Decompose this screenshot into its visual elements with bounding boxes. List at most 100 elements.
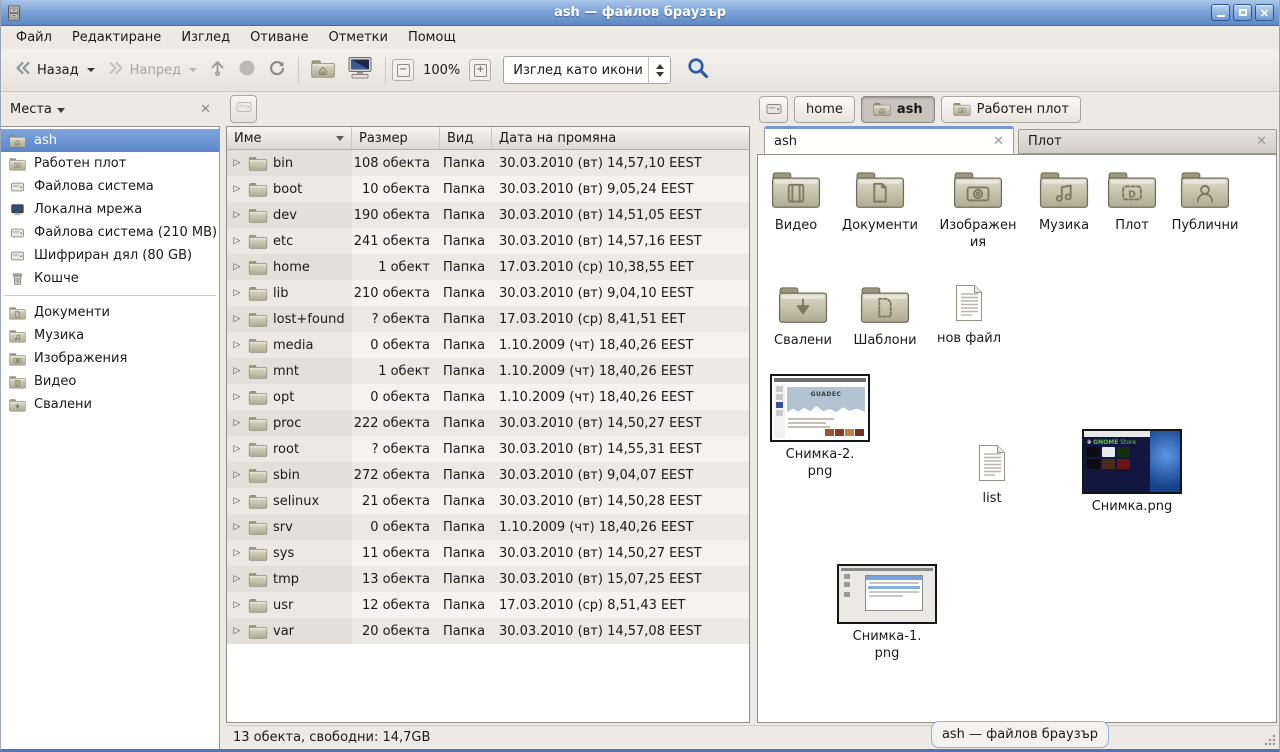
expander-icon[interactable]: ▷ bbox=[231, 548, 243, 558]
sidebar-item[interactable]: Файлова система bbox=[1, 175, 219, 198]
expander-icon[interactable]: ▷ bbox=[231, 158, 243, 168]
icon-item-Шаблони[interactable]: Шаблони bbox=[839, 284, 931, 350]
expander-icon[interactable]: ▷ bbox=[231, 184, 243, 194]
tab-close-icon[interactable]: ✕ bbox=[993, 134, 1004, 149]
column-header-Дата на промяна[interactable]: Дата на промяна bbox=[492, 127, 749, 149]
sidebar-item[interactable]: Видео bbox=[1, 370, 219, 393]
view-mode-spinner[interactable] bbox=[648, 57, 670, 83]
expander-icon[interactable]: ▷ bbox=[231, 288, 243, 298]
sidebar-item[interactable]: DРаботен плот bbox=[1, 152, 219, 175]
tree-row[interactable]: ▷lost+found? обектаПапка17.03.2010 (ср) … bbox=[227, 306, 749, 332]
tree-row[interactable]: ▷bin108 обектаПапка30.03.2010 (вт) 14,57… bbox=[227, 150, 749, 176]
tree-row[interactable]: ▷proc222 обектаПапка30.03.2010 (вт) 14,5… bbox=[227, 410, 749, 436]
expander-icon[interactable]: ▷ bbox=[231, 496, 243, 506]
expander-icon[interactable]: ▷ bbox=[231, 262, 243, 272]
icon-item-Публични[interactable]: Публични bbox=[1159, 169, 1251, 235]
expander-icon[interactable]: ▷ bbox=[231, 574, 243, 584]
tree-row[interactable]: ▷boot10 обектаПапка30.03.2010 (вт) 9,05,… bbox=[227, 176, 749, 202]
zoom-in-button[interactable]: + bbox=[469, 59, 491, 81]
sidebar-item[interactable]: Кошче bbox=[1, 267, 219, 290]
tab-Плот[interactable]: Плот✕ bbox=[1018, 129, 1277, 154]
icon-item-нов-файл[interactable]: нов файл bbox=[929, 284, 1009, 348]
menu-item-Изглед[interactable]: Изглед bbox=[171, 28, 240, 47]
expander-icon[interactable]: ▷ bbox=[231, 470, 243, 480]
tree-row[interactable]: ▷home1 обектПапка17.03.2010 (ср) 10,38,5… bbox=[227, 254, 749, 280]
expander-icon[interactable]: ▷ bbox=[231, 444, 243, 454]
expander-icon[interactable]: ▷ bbox=[231, 522, 243, 532]
view-mode-select[interactable]: Изглед като икони bbox=[503, 56, 671, 84]
location-drive-button[interactable] bbox=[230, 95, 257, 123]
path-button-home[interactable]: home bbox=[794, 96, 855, 123]
sidebar-item[interactable]: Музика bbox=[1, 324, 219, 347]
icon-item-Снимка-1.png[interactable]: Снимка-1.png bbox=[835, 564, 939, 663]
icon-item-Видео[interactable]: Видео bbox=[757, 169, 842, 235]
expander-icon[interactable]: ▷ bbox=[231, 236, 243, 246]
tree-row[interactable]: ▷etc241 обектаПапка30.03.2010 (вт) 14,57… bbox=[227, 228, 749, 254]
icon-item-Документи[interactable]: Документи bbox=[834, 169, 926, 235]
home-button[interactable] bbox=[305, 54, 341, 87]
tab-close-icon[interactable]: ✕ bbox=[1256, 134, 1267, 149]
pane-splitter[interactable] bbox=[750, 92, 757, 725]
sidebar-item[interactable]: Изображения bbox=[1, 347, 219, 370]
column-header-Вид[interactable]: Вид bbox=[440, 127, 492, 149]
tree-row[interactable]: ▷var20 обектаПапка30.03.2010 (вт) 14,57,… bbox=[227, 618, 749, 644]
zoom-out-button[interactable]: − bbox=[392, 59, 414, 81]
icon-item-Изображения[interactable]: Изображения bbox=[932, 169, 1024, 252]
tree-row[interactable]: ▷media0 обектаПапка1.10.2009 (чт) 18,40,… bbox=[227, 332, 749, 358]
up-button[interactable] bbox=[203, 54, 232, 86]
icon-item-Снимка.png[interactable]: ☬ GNOME StoreСнимка.png bbox=[1080, 429, 1184, 516]
icon-item-list[interactable]: list bbox=[952, 444, 1032, 508]
search-button[interactable] bbox=[681, 52, 715, 88]
sidebar-item[interactable]: ash bbox=[1, 129, 219, 152]
computer-button[interactable] bbox=[341, 51, 379, 89]
menu-item-Помощ[interactable]: Помощ bbox=[398, 28, 466, 47]
tree-row[interactable]: ▷srv0 обектаПапка1.10.2009 (чт) 18,40,26… bbox=[227, 514, 749, 540]
menu-item-Редактиране[interactable]: Редактиране bbox=[62, 28, 171, 47]
stop-button[interactable] bbox=[232, 54, 262, 86]
menu-item-Отиване[interactable]: Отиване bbox=[240, 28, 318, 47]
expander-icon[interactable]: ▷ bbox=[231, 210, 243, 220]
tree-row[interactable]: ▷mnt1 обектПапка1.10.2009 (чт) 18,40,26 … bbox=[227, 358, 749, 384]
expander-icon[interactable]: ▷ bbox=[231, 340, 243, 350]
tree-row[interactable]: ▷selinux21 обектаПапка30.03.2010 (вт) 14… bbox=[227, 488, 749, 514]
close-button[interactable]: × bbox=[1255, 4, 1274, 21]
sidebar-item[interactable]: Локална мрежа bbox=[1, 198, 219, 221]
sidebar-item[interactable]: Документи bbox=[1, 301, 219, 324]
expander-icon[interactable]: ▷ bbox=[231, 626, 243, 636]
reload-button[interactable] bbox=[262, 54, 292, 86]
expander-icon[interactable]: ▷ bbox=[231, 600, 243, 610]
icon-item-Снимка-2.png[interactable]: GUADECСнимка-2.png bbox=[768, 374, 872, 481]
path-button-ash[interactable]: ash bbox=[861, 96, 935, 123]
resize-grip[interactable] bbox=[1264, 734, 1276, 746]
tab-ash[interactable]: ash✕ bbox=[764, 126, 1014, 154]
tree-row[interactable]: ▷dev190 обектаПапка30.03.2010 (вт) 14,51… bbox=[227, 202, 749, 228]
path-button[interactable] bbox=[759, 96, 788, 123]
column-header-Размер[interactable]: Размер bbox=[352, 127, 440, 149]
tree-row[interactable]: ▷tmp13 обектаПапка30.03.2010 (вт) 15,07,… bbox=[227, 566, 749, 592]
tree-row[interactable]: ▷usr12 обектаПапка17.03.2010 (ср) 8,51,4… bbox=[227, 592, 749, 618]
menu-item-Отметки[interactable]: Отметки bbox=[318, 28, 397, 47]
forward-button[interactable]: Напред bbox=[101, 55, 203, 85]
expander-icon[interactable]: ▷ bbox=[231, 392, 243, 402]
expander-icon[interactable]: ▷ bbox=[231, 314, 243, 324]
maximize-button[interactable] bbox=[1233, 4, 1252, 21]
expander-icon[interactable]: ▷ bbox=[231, 366, 243, 376]
sidebar-header-label[interactable]: Места bbox=[10, 102, 52, 117]
sidebar-item[interactable]: Свалени bbox=[1, 393, 219, 416]
chevron-down-icon[interactable] bbox=[57, 108, 65, 113]
tree-row[interactable]: ▷sys11 обектаПапка30.03.2010 (вт) 14,50,… bbox=[227, 540, 749, 566]
icon-item-Свалени[interactable]: Свалени bbox=[757, 284, 849, 350]
tree-row[interactable]: ▷sbin272 обектаПапка30.03.2010 (вт) 9,04… bbox=[227, 462, 749, 488]
tree-row[interactable]: ▷root? обектаПапка30.03.2010 (вт) 14,55,… bbox=[227, 436, 749, 462]
tree-row[interactable]: ▷opt0 обектаПапка1.10.2009 (чт) 18,40,26… bbox=[227, 384, 749, 410]
menu-item-Файл[interactable]: Файл bbox=[6, 28, 62, 47]
expander-icon[interactable]: ▷ bbox=[231, 418, 243, 428]
column-header-Име[interactable]: Име bbox=[227, 127, 352, 149]
back-button[interactable]: Назад bbox=[8, 55, 101, 85]
path-button-Работен плот[interactable]: DРаботен плот bbox=[941, 96, 1081, 123]
tree-row[interactable]: ▷lib210 обектаПапка30.03.2010 (вт) 9,04,… bbox=[227, 280, 749, 306]
sidebar-close-icon[interactable]: ✕ bbox=[200, 102, 211, 117]
back-dropdown-icon[interactable] bbox=[87, 68, 95, 72]
minimize-button[interactable] bbox=[1211, 4, 1230, 21]
sidebar-item[interactable]: Файлова система (210 MB) bbox=[1, 221, 219, 244]
